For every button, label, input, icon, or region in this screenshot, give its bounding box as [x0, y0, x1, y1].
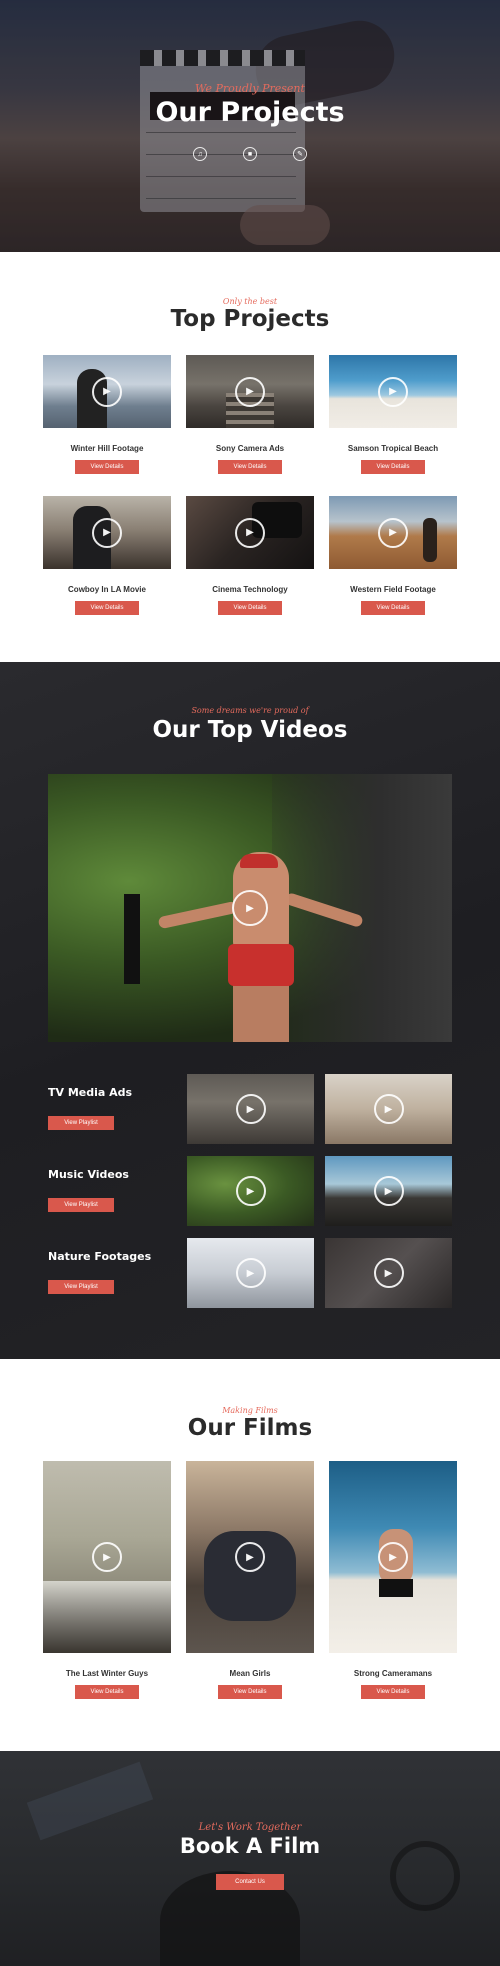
project-card: ▶ Samson Tropical Beach View Details — [329, 355, 457, 474]
projects-title: Top Projects — [170, 306, 330, 332]
view-details-button[interactable]: View Details — [218, 460, 282, 474]
our-films-section: Making Films Our Films ▶ The Last Winter… — [0, 1359, 500, 1751]
contact-us-button[interactable]: Contact Us — [216, 1874, 284, 1890]
hero-icon-row: ♫ ■ ✎ — [0, 147, 500, 161]
camera-icon[interactable]: ■ — [243, 147, 257, 161]
films-subtitle: Making Films — [222, 1406, 278, 1415]
videos-title: Our Top Videos — [152, 717, 348, 743]
playlist-label: TV Media Ads — [48, 1086, 133, 1099]
play-icon[interactable]: ▶ — [92, 517, 122, 548]
playlist-row: Nature Footages View Playlist ▶ ▶ — [48, 1238, 452, 1308]
project-thumbnail[interactable]: ▶ — [329, 355, 457, 428]
play-icon[interactable]: ▶ — [378, 517, 408, 548]
video-thumbnail[interactable]: ▶ — [187, 1238, 314, 1308]
view-details-button[interactable]: View Details — [361, 601, 425, 615]
play-icon[interactable]: ▶ — [378, 376, 408, 407]
edit-icon[interactable]: ✎ — [293, 147, 307, 161]
film-card: ▶ Mean Girls View Details — [186, 1461, 314, 1699]
play-icon[interactable]: ▶ — [235, 376, 265, 407]
play-icon[interactable]: ▶ — [235, 1542, 265, 1572]
playlist-label: Nature Footages — [48, 1250, 152, 1263]
page-title: Our Projects — [155, 97, 345, 128]
project-title: Cinema Technology — [212, 585, 288, 594]
play-icon[interactable]: ▶ — [373, 1258, 404, 1288]
film-title: The Last Winter Guys — [65, 1669, 149, 1678]
project-thumbnail[interactable]: ▶ — [329, 496, 457, 569]
book-subtitle: Let's Work Together — [198, 1822, 302, 1833]
top-videos-section: Some dreams we're proud of Our Top Video… — [0, 662, 500, 1359]
hero-heading: We Proudly Present Our Projects — [0, 82, 500, 128]
videos-subtitle: Some dreams we're proud of — [191, 706, 309, 715]
play-icon[interactable]: ▶ — [235, 1094, 266, 1124]
project-title: Cowboy In LA Movie — [68, 585, 146, 594]
project-card: ▶ Winter Hill Footage View Details — [43, 355, 171, 474]
project-title: Winter Hill Footage — [70, 444, 144, 453]
hero-section: We Proudly Present Our Projects ♫ ■ ✎ — [0, 0, 500, 252]
video-thumbnail[interactable]: ▶ — [325, 1156, 452, 1226]
project-card: ▶ Western Field Footage View Details — [329, 496, 457, 615]
film-card: ▶ Strong Cameramans View Details — [329, 1461, 457, 1699]
film-title: Strong Cameramans — [353, 1669, 433, 1678]
play-icon[interactable]: ▶ — [235, 1258, 266, 1288]
view-details-button[interactable]: View Details — [361, 1685, 425, 1699]
film-card: ▶ The Last Winter Guys View Details — [43, 1461, 171, 1699]
view-playlist-button[interactable]: View Playlist — [48, 1280, 114, 1294]
view-playlist-button[interactable]: View Playlist — [48, 1198, 114, 1212]
view-details-button[interactable]: View Details — [361, 460, 425, 474]
play-icon[interactable]: ▶ — [232, 890, 268, 926]
playlist-row: TV Media Ads View Playlist ▶ ▶ — [48, 1074, 452, 1144]
play-icon[interactable]: ▶ — [373, 1094, 404, 1124]
project-thumbnail[interactable]: ▶ — [43, 355, 171, 428]
hero-subtitle: We Proudly Present — [195, 82, 305, 95]
project-title: Samson Tropical Beach — [347, 444, 439, 453]
project-thumbnail[interactable]: ▶ — [186, 496, 314, 569]
projects-subtitle: Only the best — [222, 297, 278, 306]
view-details-button[interactable]: View Details — [75, 460, 139, 474]
view-details-button[interactable]: View Details — [75, 1685, 139, 1699]
films-title: Our Films — [187, 1415, 313, 1441]
project-title: Sony Camera Ads — [215, 444, 285, 453]
volume-icon[interactable]: ♫ — [193, 147, 207, 161]
playlist-row: Music Videos View Playlist ▶ ▶ — [48, 1156, 452, 1226]
video-thumbnail[interactable]: ▶ — [325, 1238, 452, 1308]
film-poster[interactable]: ▶ — [43, 1461, 171, 1653]
play-icon[interactable]: ▶ — [92, 376, 122, 407]
book-film-section: Let's Work Together Book A Film Contact … — [0, 1751, 500, 1966]
view-details-button[interactable]: View Details — [218, 601, 282, 615]
project-thumbnail[interactable]: ▶ — [186, 355, 314, 428]
view-details-button[interactable]: View Details — [75, 601, 139, 615]
book-title: Book A Film — [179, 1834, 321, 1858]
play-icon[interactable]: ▶ — [92, 1542, 122, 1572]
project-card: ▶ Sony Camera Ads View Details — [186, 355, 314, 474]
project-thumbnail[interactable]: ▶ — [43, 496, 171, 569]
view-playlist-button[interactable]: View Playlist — [48, 1116, 114, 1130]
play-icon[interactable]: ▶ — [378, 1542, 408, 1572]
play-icon[interactable]: ▶ — [235, 517, 265, 548]
view-details-button[interactable]: View Details — [218, 1685, 282, 1699]
video-thumbnail[interactable]: ▶ — [187, 1074, 314, 1144]
film-title: Mean Girls — [229, 1669, 271, 1678]
video-thumbnail[interactable]: ▶ — [187, 1156, 314, 1226]
play-icon[interactable]: ▶ — [373, 1176, 404, 1206]
playlist-label: Music Videos — [48, 1168, 129, 1181]
top-projects-section: Only the best Top Projects ▶ Winter Hill… — [0, 252, 500, 662]
film-poster[interactable]: ▶ — [186, 1461, 314, 1653]
featured-video[interactable]: ▶ — [48, 774, 452, 1042]
play-icon[interactable]: ▶ — [235, 1176, 266, 1206]
project-card: ▶ Cinema Technology View Details — [186, 496, 314, 615]
film-poster[interactable]: ▶ — [329, 1461, 457, 1653]
project-card: ▶ Cowboy In LA Movie View Details — [43, 496, 171, 615]
project-title: Western Field Footage — [350, 585, 436, 594]
video-thumbnail[interactable]: ▶ — [325, 1074, 452, 1144]
